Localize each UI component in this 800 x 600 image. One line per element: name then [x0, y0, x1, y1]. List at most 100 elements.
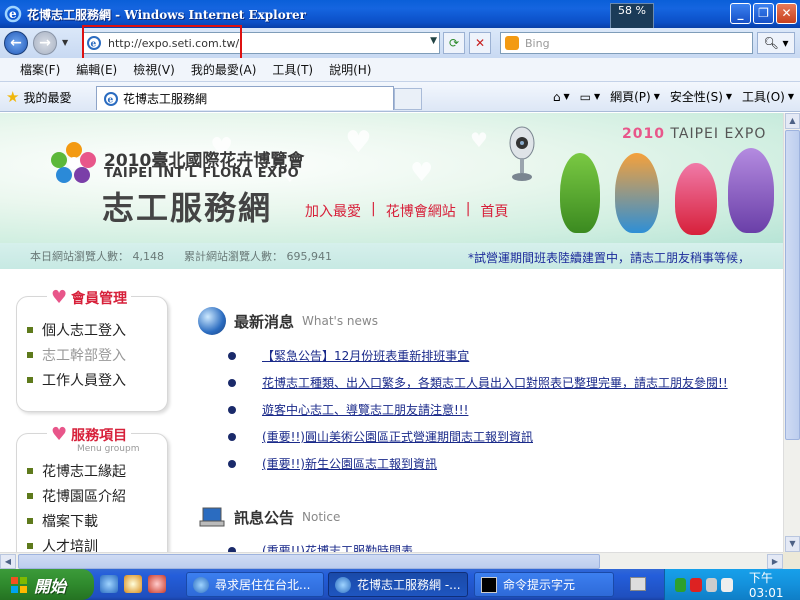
marquee-ticker[interactable]: *試營運期間班表陸續建置中，請志工朋友稍事等候，: [468, 249, 750, 266]
top-links: 加入最愛 | 花博會網站 | 首頁: [305, 201, 508, 221]
taskbar-task[interactable]: 命令提示字元: [474, 572, 614, 597]
news-link[interactable]: (重要!!)新生公園區志工報到資訊: [262, 455, 437, 472]
url-highlight-box: [82, 25, 242, 61]
site-title: 志工服務網: [102, 189, 273, 227]
url-dropdown-icon[interactable]: ▼: [430, 36, 437, 46]
scroll-left-icon[interactable]: ◀: [0, 554, 16, 569]
globe-icon: [198, 307, 226, 335]
sidebar-item-label: 工作人員登入: [42, 372, 126, 389]
scroll-up-icon[interactable]: ▲: [785, 113, 800, 129]
mascot-pink: [675, 163, 717, 235]
menu-file[interactable]: 檔案(F): [12, 61, 68, 78]
safety-menu[interactable]: 安全性(S) ▼: [670, 88, 732, 105]
expo-site-link[interactable]: 花博會網站: [386, 201, 456, 221]
task-label: 命令提示字元: [503, 578, 576, 592]
news-link[interactable]: (重要!!)圓山美術公園區正式營運期間志工報到資訊: [262, 428, 533, 445]
sidebar-item-origin[interactable]: 花博志工緣起: [27, 458, 126, 483]
news-item[interactable]: 花博志工種類、出入口繁多，各類志工人員出入口對照表已整理完畢，請志工朋友參閱!!: [228, 369, 728, 396]
task-label: 尋求居住在台北...: [215, 578, 311, 592]
media-quicklaunch-icon[interactable]: [148, 575, 166, 593]
ie-icon: [335, 576, 351, 593]
notice-item[interactable]: (重要!!)花博志工服勤時間表: [228, 537, 413, 552]
services-list: 花博志工緣起 花博園區介紹 檔案下載 人才培訓: [27, 458, 126, 552]
news-list: 【緊急公告】12月份班表重新排班事宜 花博志工種類、出入口繁多，各類志工人員出入…: [228, 342, 728, 477]
window-titlebar[interactable]: e 花博志工服務網 - Windows Internet Explorer: [0, 0, 800, 28]
member-panel-label: 會員管理: [71, 290, 128, 307]
back-button[interactable]: ←: [4, 31, 28, 55]
horizontal-scrollbar[interactable]: ◀ ▶: [0, 552, 783, 569]
news-item[interactable]: (重要!!)圓山美術公園區正式營運期間志工報到資訊: [228, 423, 728, 450]
minimize-button[interactable]: _: [730, 3, 751, 24]
stop-button[interactable]: ✕: [469, 32, 491, 54]
page-menu[interactable]: 網頁(P) ▼: [610, 88, 660, 105]
tab-current[interactable]: e 花博志工服務網: [96, 86, 394, 110]
sidebar-item-park-intro[interactable]: 花博園區介紹: [27, 483, 126, 508]
new-tab-button[interactable]: [394, 88, 422, 110]
menu-tools[interactable]: 工具(T): [264, 61, 321, 78]
tray-network-icon[interactable]: [705, 577, 718, 592]
today-visitors: 本日網站瀏覽人數： 4,148: [30, 250, 164, 263]
sidebar-item-staff-login[interactable]: 工作人員登入: [27, 367, 126, 392]
feeds-button[interactable]: ▭ ▼: [580, 90, 601, 104]
vertical-scrollbar[interactable]: ▲ ▼: [783, 113, 800, 552]
decor-heart-icon: ♥: [345, 125, 372, 160]
search-input[interactable]: Bing: [500, 32, 753, 54]
notice-heading: 訊息公告 Notice: [198, 503, 340, 531]
scroll-down-icon[interactable]: ▼: [785, 536, 800, 552]
app-quicklaunch-icon[interactable]: [124, 575, 142, 593]
services-panel-title: ♥ 服務項目: [47, 424, 132, 445]
ie-quicklaunch-icon[interactable]: [100, 575, 118, 593]
sidebar-item-leader-login[interactable]: 志工幹部登入: [27, 342, 126, 367]
menu-view[interactable]: 檢視(V): [125, 61, 183, 78]
news-item[interactable]: (重要!!)新生公園區志工報到資訊: [228, 450, 728, 477]
square-bullet-icon: [27, 542, 33, 549]
sidebar-item-training[interactable]: 人才培訓: [27, 533, 126, 552]
notice-link[interactable]: (重要!!)花博志工服勤時間表: [262, 542, 413, 552]
start-button[interactable]: 開始: [0, 569, 94, 600]
news-link[interactable]: 遊客中心志工、導覽志工朋友請注意!!!: [262, 401, 468, 418]
news-item[interactable]: 【緊急公告】12月份班表重新排班事宜: [228, 342, 728, 369]
home-link[interactable]: 首頁: [480, 201, 508, 221]
expo-subtitle: TAIPEI INT'L FLORA EXPO: [104, 166, 300, 181]
bullet-icon: [228, 459, 236, 468]
menu-favorites[interactable]: 我的最愛(A): [183, 61, 265, 78]
news-item[interactable]: 遊客中心志工、導覽志工朋友請注意!!!: [228, 396, 728, 423]
sidebar-item-label: 個人志工登入: [42, 322, 126, 339]
tray-app-icon[interactable]: [675, 577, 687, 592]
site-banner: ♥ ♥ ♥ ♥ ♥ ♥ 2010臺北國際花卉博覽會 TAIPEI INT'L F…: [0, 113, 783, 243]
quick-launch: [100, 575, 166, 593]
tray-volume-icon[interactable]: [721, 577, 733, 592]
scroll-right-icon[interactable]: ▶: [767, 554, 783, 569]
taskbar-task[interactable]: 尋求居住在台北...: [186, 572, 324, 597]
maximize-button[interactable]: ❐: [753, 3, 774, 24]
add-favorite-link[interactable]: 加入最愛: [305, 201, 361, 221]
sidebar-item-downloads[interactable]: 檔案下載: [27, 508, 126, 533]
task-label: 花博志工服務網 -...: [357, 578, 461, 592]
heart-icon: ♥: [51, 424, 68, 445]
news-link[interactable]: 花博志工種類、出入口繁多，各類志工人員出入口對照表已整理完畢，請志工朋友參閱!!: [262, 374, 728, 391]
menu-edit[interactable]: 編輯(E): [68, 61, 125, 78]
home-button[interactable]: ⌂ ▼: [553, 90, 570, 104]
forward-button[interactable]: →: [33, 31, 57, 55]
keyboard-icon[interactable]: [630, 577, 646, 591]
vertical-scroll-thumb[interactable]: [785, 130, 800, 440]
favorites-button[interactable]: ★ 我的最愛: [6, 88, 71, 106]
member-list: 個人志工登入 志工幹部登入 工作人員登入: [27, 317, 126, 392]
tray-security-icon[interactable]: [690, 577, 702, 592]
start-label: 開始: [34, 576, 67, 596]
refresh-button[interactable]: ⟳: [443, 32, 465, 54]
horizontal-scroll-thumb[interactable]: [18, 554, 600, 569]
clock[interactable]: 下午 03:01: [749, 569, 800, 600]
search-button[interactable]: 🔍︎ ▾: [757, 32, 795, 54]
history-dropdown-icon[interactable]: ▼: [62, 38, 68, 47]
sidebar-item-volunteer-login[interactable]: 個人志工登入: [27, 317, 126, 342]
tools-menu[interactable]: 工具(O) ▼: [742, 88, 794, 105]
square-bullet-icon: [27, 467, 33, 474]
svg-text:e: e: [108, 95, 114, 105]
close-button[interactable]: ✕: [776, 3, 797, 24]
news-link[interactable]: 【緊急公告】12月份班表重新排班事宜: [262, 347, 469, 364]
menu-help[interactable]: 說明(H): [321, 61, 379, 78]
news-title-en: What's news: [302, 314, 378, 328]
taskbar-task-active[interactable]: 花博志工服務網 -...: [328, 572, 468, 597]
home-icon: ⌂: [552, 89, 561, 104]
